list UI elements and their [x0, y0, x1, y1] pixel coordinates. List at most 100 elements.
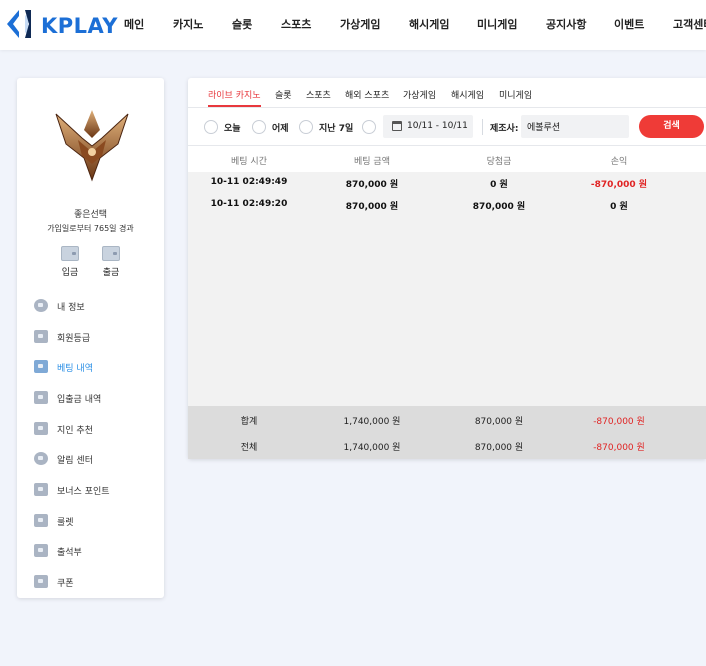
- calendar-check-icon: [34, 544, 48, 557]
- main-nav: 메인 카지노 슬롯 스포츠 가상게임 해시게임 미니게임 공지사항 이벤트 고객…: [0, 0, 706, 50]
- calendar-icon: [392, 121, 402, 131]
- cell-bet: 870,000 원: [345, 180, 399, 190]
- radio-custom-range[interactable]: [362, 120, 376, 134]
- sidebar-item-label: 베팅 내역: [57, 364, 93, 374]
- col-winnings: 당첨금: [486, 157, 512, 167]
- nav-item-casino[interactable]: 카지노: [173, 16, 203, 32]
- total-row: 전체 1,740,000 원 870,000 원 -870,000 원: [188, 432, 706, 458]
- nav-item-slot[interactable]: 슬롯: [232, 16, 252, 32]
- tab-sports[interactable]: 스포츠: [306, 88, 331, 101]
- search-button[interactable]: 검색: [639, 115, 704, 138]
- sidebar-item-referral[interactable]: 지인 추천: [34, 422, 154, 438]
- deposit-label: 입금: [61, 268, 79, 278]
- tab-hash[interactable]: 해시게임: [451, 88, 484, 101]
- total-label: 전체: [240, 443, 258, 453]
- sidebar-item-label: 내 정보: [57, 303, 85, 313]
- user-nickname: 좋은선택: [73, 210, 108, 220]
- subtotal-win: 870,000 원: [474, 417, 524, 427]
- sidebar-item-coupon[interactable]: 쿠폰: [34, 575, 154, 591]
- nav-item-main[interactable]: 메인: [124, 16, 144, 32]
- tab-live-casino[interactable]: 라이브 카지노: [208, 88, 261, 101]
- active-tab-indicator: [208, 105, 261, 107]
- chat-icon: [34, 452, 48, 465]
- card-icon: [34, 483, 48, 496]
- coupon-icon: [34, 575, 48, 588]
- deposit-button[interactable]: 입금: [58, 246, 82, 278]
- top-header: KPLAY 메인 카지노 슬롯 스포츠 가상게임 해시게임 미니게임 공지사항 …: [0, 0, 706, 50]
- nav-item-virtual[interactable]: 가상게임: [340, 16, 380, 32]
- rank-emblem-icon: [55, 110, 129, 182]
- nav-item-notice[interactable]: 공지사항: [546, 16, 586, 32]
- radio-today-label: 오늘: [224, 124, 241, 134]
- withdraw-label: 출금: [102, 268, 120, 278]
- date-range-text: 10/11 - 10/11: [407, 121, 468, 131]
- cell-win: 0 원: [490, 180, 508, 190]
- user-icon: [34, 299, 48, 312]
- nav-item-support[interactable]: 고객센터: [673, 16, 706, 32]
- sidebar-item-label: 쿠폰: [57, 579, 74, 589]
- cell-time: 10-11 02:49:49: [210, 177, 288, 187]
- tab-slot[interactable]: 슬롯: [275, 88, 292, 101]
- cell-time: 10-11 02:49:20: [210, 199, 288, 209]
- table-body: 10-11 02:49:49 870,000 원 0 원 -870,000 원 …: [188, 172, 706, 406]
- tab-overseas-sports[interactable]: 해외 스포츠: [345, 88, 389, 101]
- total-profit: -870,000 원: [593, 443, 645, 453]
- cell-profit: -870,000 원: [590, 180, 648, 190]
- wallet-icon: [34, 391, 48, 404]
- sidebar-item-label: 지인 추천: [57, 426, 93, 436]
- game-type-tabs: 라이브 카지노 슬롯 스포츠 해외 스포츠 가상게임 해시게임 미니게임: [188, 78, 706, 108]
- subtotal-profit: -870,000 원: [593, 417, 645, 427]
- col-bet-time: 베팅 시간: [231, 157, 267, 167]
- sidebar-item-transactions[interactable]: 입출금 내역: [34, 391, 154, 407]
- account-sidebar: 좋은선택 가입일로부터 765일 경과 입금 출금 내 정보 회원등급 베팅 내…: [17, 78, 164, 598]
- sidebar-item-betting-history[interactable]: 베팅 내역: [34, 360, 154, 376]
- wallet-icon: [61, 246, 79, 261]
- sidebar-item-notifications[interactable]: 알림 센터: [34, 452, 154, 468]
- sidebar-item-member-level[interactable]: 회원등급: [34, 330, 154, 346]
- sidebar-item-label: 출석부: [57, 548, 82, 558]
- filter-bar: 오늘 어제 지난 7일 10/11 - 10/11 제조사: 검색: [188, 108, 706, 146]
- table-row: 10-11 02:49:49 870,000 원 0 원 -870,000 원: [188, 172, 706, 194]
- sidebar-item-label: 입출금 내역: [57, 395, 102, 405]
- chart-icon: [34, 360, 48, 373]
- date-range-picker[interactable]: 10/11 - 10/11: [383, 115, 473, 138]
- total-bet: 1,740,000 원: [343, 443, 401, 453]
- tab-virtual[interactable]: 가상게임: [403, 88, 436, 101]
- table-header: 베팅 시간 베팅 금액 당첨금 손익: [188, 147, 706, 172]
- provider-label: 제조사:: [490, 124, 519, 134]
- wallet-icon: [102, 246, 120, 261]
- col-profit: 손익: [610, 157, 628, 167]
- nav-item-sports[interactable]: 스포츠: [281, 16, 311, 32]
- cell-win: 870,000 원: [472, 202, 526, 212]
- sidebar-item-label: 회원등급: [57, 334, 91, 344]
- badge-icon: [34, 330, 48, 343]
- cell-profit: 0 원: [610, 202, 628, 212]
- table-footer: 합계 1,740,000 원 870,000 원 -870,000 원 전체 1…: [188, 406, 706, 459]
- sidebar-item-my-info[interactable]: 내 정보: [34, 299, 154, 315]
- nav-item-hash[interactable]: 해시게임: [409, 16, 449, 32]
- subtotal-bet: 1,740,000 원: [343, 417, 401, 427]
- nav-item-event[interactable]: 이벤트: [614, 16, 644, 32]
- subtotal-label: 합계: [240, 417, 258, 427]
- friend-icon: [34, 422, 48, 435]
- radio-last-7-days-label: 지난 7일: [319, 124, 354, 134]
- user-joined-days: 가입일로부터 765일 경과: [47, 224, 134, 233]
- cell-bet: 870,000 원: [345, 202, 399, 212]
- provider-input[interactable]: [521, 115, 629, 138]
- radio-today[interactable]: [204, 120, 218, 134]
- betting-history-panel: 라이브 카지노 슬롯 스포츠 해외 스포츠 가상게임 해시게임 미니게임 오늘 …: [188, 78, 706, 459]
- sidebar-item-label: 알림 센터: [57, 456, 93, 466]
- sidebar-item-label: 룰렛: [57, 518, 74, 528]
- radio-yesterday-label: 어제: [272, 124, 289, 134]
- radio-yesterday[interactable]: [252, 120, 266, 134]
- nav-item-mini[interactable]: 미니게임: [477, 16, 517, 32]
- table-row: 10-11 02:49:20 870,000 원 870,000 원 0 원: [188, 194, 706, 216]
- total-win: 870,000 원: [474, 443, 524, 453]
- sidebar-item-bonus-points[interactable]: 보너스 포인트: [34, 483, 154, 499]
- sidebar-item-roulette[interactable]: 룰렛: [34, 514, 154, 530]
- filter-divider: [482, 119, 483, 135]
- radio-last-7-days[interactable]: [299, 120, 313, 134]
- tab-mini[interactable]: 미니게임: [499, 88, 532, 101]
- withdraw-button[interactable]: 출금: [99, 246, 123, 278]
- sidebar-item-attendance[interactable]: 출석부: [34, 544, 154, 560]
